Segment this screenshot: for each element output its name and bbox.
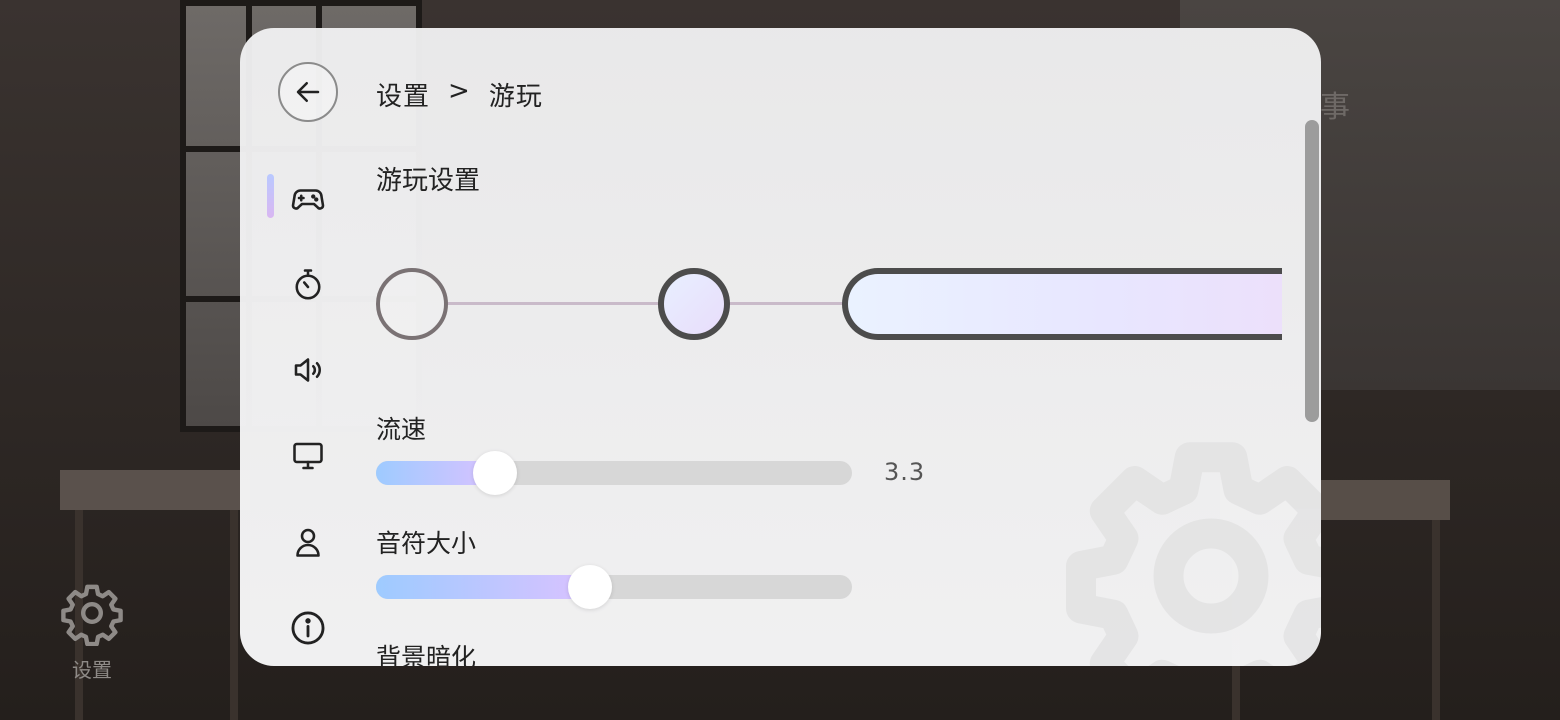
stepper-node-2[interactable] [658, 268, 730, 340]
background-board-text: 事 [1320, 90, 1350, 125]
scrollbar[interactable] [1305, 120, 1319, 422]
nav-item-gameplay[interactable] [267, 168, 348, 228]
gear-watermark-icon [1066, 442, 1321, 666]
settings-shortcut[interactable]: 设置 [48, 580, 136, 683]
nav-item-account[interactable] [268, 512, 348, 572]
background-dim-label: 背景暗化 [376, 643, 477, 666]
stepper-node-3-active[interactable] [842, 268, 1282, 340]
flow-speed-label: 流速 [376, 415, 427, 444]
slider-fill [376, 575, 590, 599]
settings-panel: 设置 > 游玩 游玩设置 流速 3.3 音符大小 背景暗化 [240, 28, 1321, 666]
stepper-node-1[interactable] [376, 268, 448, 340]
preset-stepper [376, 268, 1282, 340]
stopwatch-icon [295, 269, 321, 300]
breadcrumb: 设置 > 游玩 [376, 76, 543, 113]
nav-item-about[interactable] [268, 598, 348, 658]
arrow-left-icon [296, 82, 320, 102]
gamepad-icon [291, 189, 325, 210]
slider-thumb[interactable] [568, 565, 612, 609]
note-size-label: 音符大小 [376, 529, 477, 558]
nav-item-audio[interactable] [268, 340, 348, 400]
flow-speed-slider[interactable] [376, 451, 852, 495]
flow-speed-value: 3.3 [884, 458, 926, 486]
stepper-connector [444, 302, 662, 305]
background-desk [60, 470, 250, 510]
breadcrumb-root[interactable]: 设置 [376, 76, 430, 113]
section-title: 游玩设置 [376, 166, 481, 196]
stepper-connector [726, 302, 846, 305]
monitor-icon [293, 442, 323, 470]
back-button[interactable] [278, 62, 338, 122]
settings-shortcut-label: 设置 [72, 658, 112, 682]
nav-item-timing[interactable] [268, 254, 348, 314]
speaker-icon [294, 358, 321, 382]
info-icon [291, 611, 325, 645]
breadcrumb-separator: > [448, 76, 471, 106]
gear-icon [61, 584, 123, 646]
slider-thumb[interactable] [473, 451, 517, 495]
breadcrumb-current: 游玩 [488, 82, 543, 112]
note-size-slider[interactable] [376, 565, 852, 609]
nav-active-indicator [267, 174, 274, 218]
nav-item-display[interactable] [268, 426, 348, 486]
user-icon [296, 528, 320, 557]
